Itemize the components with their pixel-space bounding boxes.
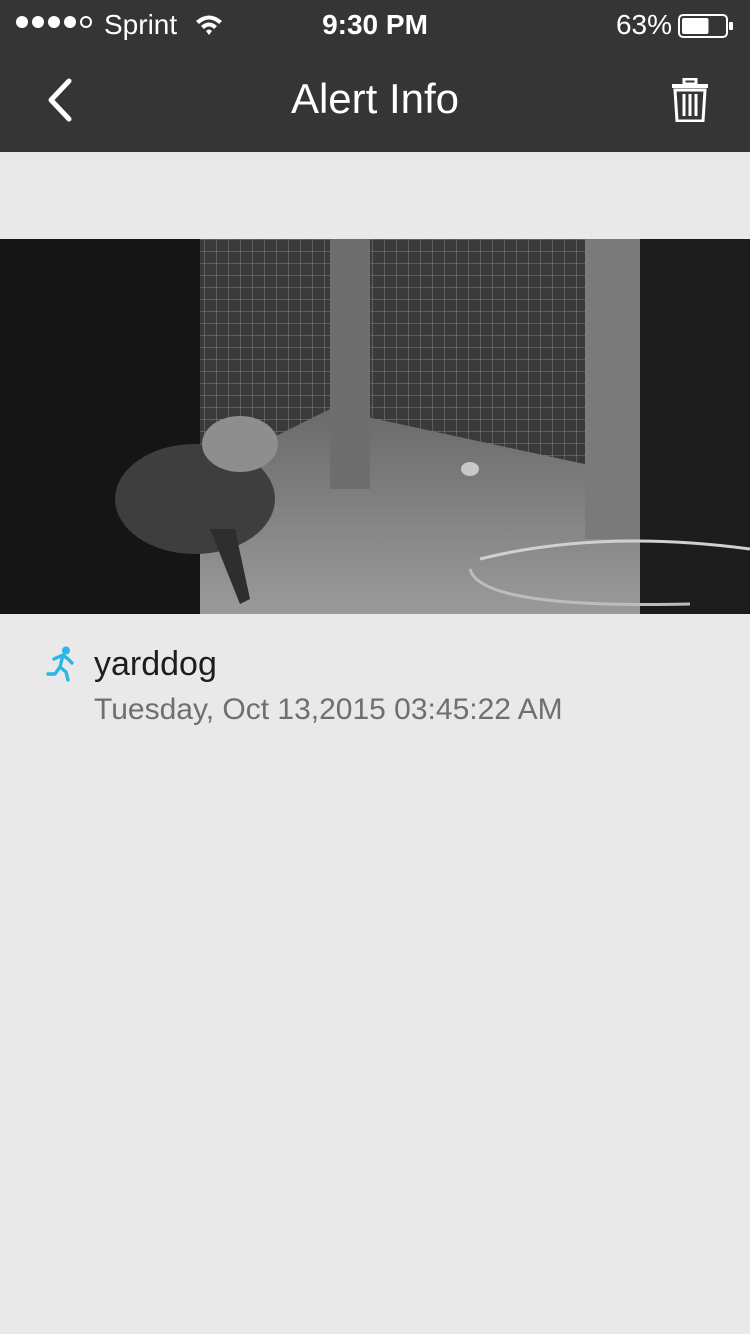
- alert-snapshot-image[interactable]: [0, 239, 750, 614]
- alert-details: yarddog Tuesday, Oct 13,2015 03:45:22 AM: [0, 636, 750, 746]
- navigation-bar: Alert Info: [0, 50, 750, 152]
- delete-button[interactable]: [660, 68, 720, 132]
- trash-icon: [672, 78, 708, 122]
- battery-percentage: 63%: [615, 9, 672, 40]
- alert-info-screen: Sprint 9:30 PM 63% Alert Info yarddog Tu…: [0, 0, 750, 1334]
- camera-name: yarddog: [94, 645, 217, 683]
- alert-timestamp: Tuesday, Oct 13,2015 03:45:22 AM: [94, 693, 563, 726]
- running-person-icon: [46, 646, 74, 682]
- top-bar: Sprint 9:30 PM 63% Alert Info: [0, 0, 750, 152]
- page-title: Alert Info: [290, 75, 460, 122]
- status-bar: Sprint 9:30 PM 63%: [0, 0, 750, 50]
- battery-icon: [678, 14, 733, 38]
- battery-fill: [682, 18, 709, 34]
